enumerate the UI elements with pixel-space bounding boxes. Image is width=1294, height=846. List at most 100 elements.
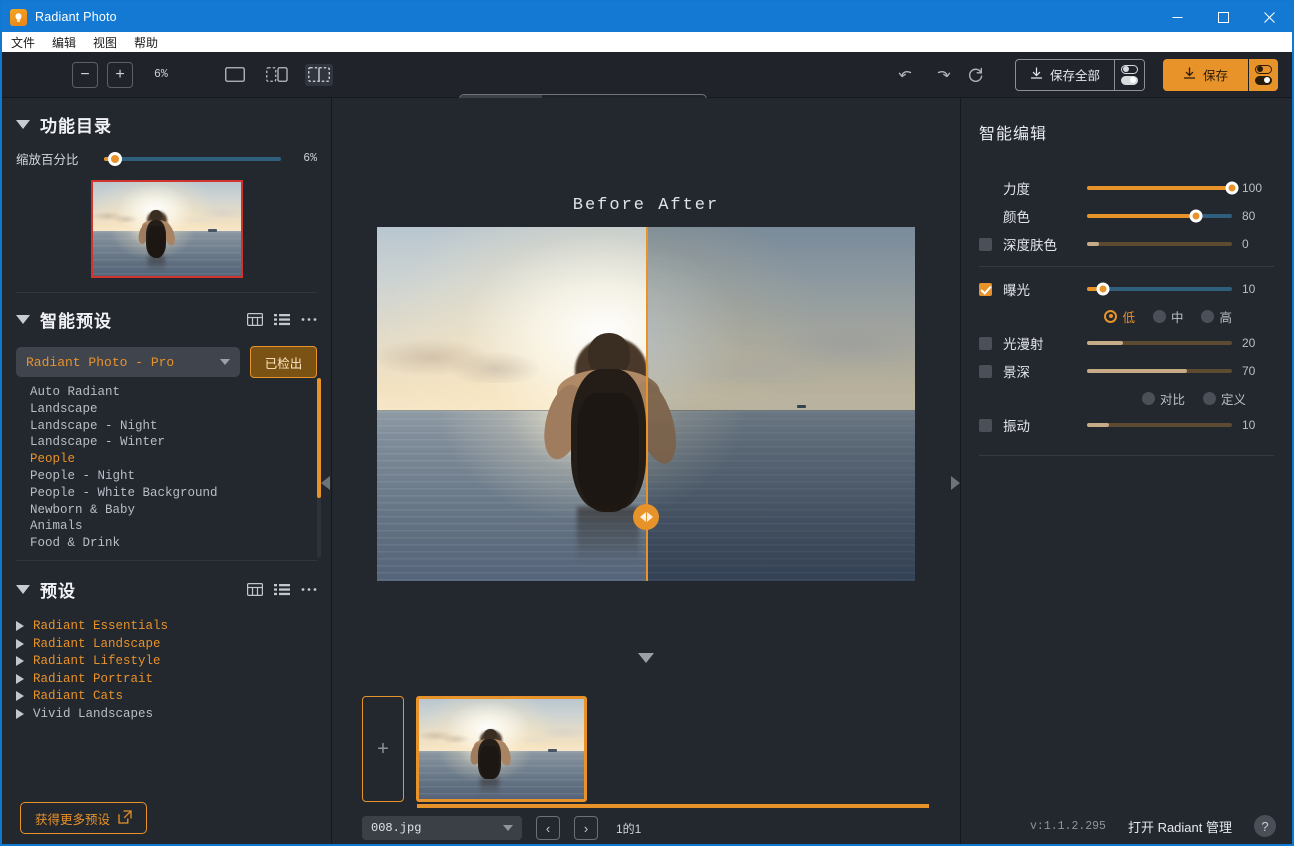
more-options-icon[interactable] bbox=[301, 317, 317, 322]
strength-slider[interactable] bbox=[1087, 186, 1232, 190]
save-button[interactable]: 保存 bbox=[1163, 59, 1248, 91]
presets-header[interactable]: 预设 bbox=[2, 561, 331, 608]
zoom-out-button[interactable]: − bbox=[72, 62, 98, 88]
dof-radio-definition[interactable]: 定义 bbox=[1203, 389, 1246, 408]
grid-view-icon[interactable] bbox=[247, 583, 263, 596]
list-item[interactable]: Landscape bbox=[30, 401, 331, 418]
toolbar-right-group: 保存全部 保存 bbox=[891, 59, 1292, 91]
exposure-checkbox[interactable] bbox=[979, 283, 992, 296]
exposure-knob[interactable] bbox=[1096, 283, 1109, 296]
catalog-zoom-slider[interactable] bbox=[104, 157, 281, 161]
color-slider[interactable] bbox=[1087, 214, 1232, 218]
zoom-in-button[interactable]: + bbox=[107, 62, 133, 88]
list-item[interactable]: Animals bbox=[30, 518, 331, 535]
window-title: Radiant Photo bbox=[35, 10, 117, 24]
menu-edit[interactable]: 编辑 bbox=[51, 34, 77, 51]
save-all-button[interactable]: 保存全部 bbox=[1016, 60, 1114, 90]
chevron-down-icon bbox=[16, 585, 30, 594]
list-item[interactable]: Vivid Landscapes bbox=[16, 705, 331, 722]
next-image-button[interactable]: › bbox=[574, 816, 598, 840]
list-item[interactable]: Radiant Cats bbox=[16, 688, 331, 705]
menu-help[interactable]: 帮助 bbox=[133, 34, 159, 51]
redo-icon[interactable] bbox=[925, 60, 959, 90]
navigator-thumbnail[interactable] bbox=[91, 180, 243, 278]
vibrance-checkbox[interactable] bbox=[979, 419, 992, 432]
list-item[interactable]: People - White Background bbox=[30, 485, 331, 502]
split-handle-icon[interactable] bbox=[633, 504, 659, 530]
save-all-options-toggle[interactable] bbox=[1114, 60, 1144, 90]
depth-of-field-slider[interactable] bbox=[1087, 369, 1232, 373]
toggle-lower-icon bbox=[1121, 76, 1138, 85]
list-view-icon[interactable] bbox=[274, 313, 290, 326]
chevron-right-icon bbox=[16, 709, 24, 719]
depth-of-field-checkbox[interactable] bbox=[979, 365, 992, 378]
light-diffusion-checkbox[interactable] bbox=[979, 337, 992, 350]
open-radiant-manager-link[interactable]: 打开 Radiant 管理 bbox=[1128, 817, 1232, 836]
exposure-radio-medium[interactable]: 中 bbox=[1153, 307, 1184, 326]
light-diffusion-slider[interactable] bbox=[1087, 341, 1232, 345]
collapse-left-icon[interactable] bbox=[319, 470, 331, 496]
exposure-radio-low[interactable]: 低 bbox=[1104, 307, 1135, 326]
list-item[interactable]: Radiant Landscape bbox=[16, 635, 331, 652]
dof-radio-contrast[interactable]: 对比 bbox=[1142, 389, 1185, 408]
list-item[interactable]: People - Night bbox=[30, 468, 331, 485]
vibrance-slider[interactable] bbox=[1087, 423, 1232, 427]
catalog-zoom-knob[interactable] bbox=[108, 152, 122, 166]
close-icon[interactable] bbox=[1246, 2, 1292, 32]
grid-view-icon[interactable] bbox=[247, 313, 263, 326]
list-item[interactable]: Food & Drink bbox=[30, 535, 331, 552]
minimize-icon[interactable] bbox=[1154, 2, 1200, 32]
filmstrip-thumbnail[interactable] bbox=[416, 696, 587, 802]
menu-view[interactable]: 视图 bbox=[92, 34, 118, 51]
list-view-icon[interactable] bbox=[274, 583, 290, 596]
color-knob[interactable] bbox=[1189, 210, 1202, 223]
strength-knob[interactable] bbox=[1226, 182, 1239, 195]
control-exposure: 曝光 10 bbox=[979, 275, 1274, 303]
smart-edit-controls: 力度 100 颜色 80 bbox=[961, 144, 1292, 456]
before-after-view-icon[interactable] bbox=[305, 64, 333, 86]
add-photo-button[interactable]: + bbox=[362, 696, 404, 802]
image-canvas[interactable] bbox=[377, 227, 915, 581]
more-options-icon[interactable] bbox=[301, 587, 317, 592]
smart-presets-header[interactable]: 智能预设 bbox=[2, 293, 331, 338]
single-view-icon[interactable] bbox=[221, 64, 249, 86]
get-more-presets-button[interactable]: 获得更多预设 bbox=[20, 802, 147, 834]
collapse-right-icon[interactable] bbox=[949, 470, 961, 496]
exposure-slider[interactable] bbox=[1087, 287, 1232, 291]
exposure-radio-low-label: 低 bbox=[1122, 307, 1135, 326]
deep-skin-checkbox[interactable] bbox=[979, 238, 992, 251]
deep-skin-value: 0 bbox=[1242, 237, 1268, 251]
preset-list-scrollbar[interactable] bbox=[317, 378, 321, 558]
strength-label: 力度 bbox=[1003, 178, 1087, 198]
reset-icon[interactable] bbox=[959, 60, 993, 90]
preset-profile-select[interactable]: Radiant Photo - Pro bbox=[16, 347, 240, 377]
list-item[interactable]: Radiant Portrait bbox=[16, 670, 331, 687]
list-item[interactable]: Landscape - Night bbox=[30, 418, 331, 435]
maximize-icon[interactable] bbox=[1200, 2, 1246, 32]
list-item[interactable]: Auto Radiant bbox=[30, 384, 331, 401]
zoom-level-value: 6% bbox=[154, 68, 168, 81]
list-item[interactable]: Newborn & Baby bbox=[30, 502, 331, 519]
list-item-selected[interactable]: People bbox=[30, 451, 331, 468]
list-item[interactable]: Radiant Essentials bbox=[16, 618, 331, 635]
undo-icon[interactable] bbox=[891, 60, 925, 90]
chevron-right-icon bbox=[16, 621, 24, 631]
menu-file[interactable]: 文件 bbox=[10, 34, 36, 51]
save-options-toggle[interactable] bbox=[1248, 59, 1278, 91]
checkout-button[interactable]: 已检出 bbox=[250, 346, 317, 378]
chevron-down-icon[interactable] bbox=[638, 663, 654, 681]
list-item[interactable]: Radiant Lifestyle bbox=[16, 653, 331, 670]
exposure-radio-high-label: 高 bbox=[1219, 307, 1232, 326]
exposure-radio-high[interactable]: 高 bbox=[1201, 307, 1232, 326]
external-link-icon bbox=[118, 810, 132, 827]
control-depth-of-field: 景深 70 bbox=[979, 357, 1274, 385]
help-icon[interactable]: ? bbox=[1254, 815, 1276, 837]
previous-image-button[interactable]: ‹ bbox=[536, 816, 560, 840]
file-name-select[interactable]: 008.jpg bbox=[362, 816, 522, 840]
list-item[interactable]: Landscape - Winter bbox=[30, 434, 331, 451]
deep-skin-slider[interactable] bbox=[1087, 242, 1232, 246]
view-mode-group bbox=[221, 64, 333, 86]
split-view-icon[interactable] bbox=[263, 64, 291, 86]
exposure-radio-medium-label: 中 bbox=[1171, 307, 1184, 326]
catalog-header[interactable]: 功能目录 bbox=[2, 98, 331, 143]
